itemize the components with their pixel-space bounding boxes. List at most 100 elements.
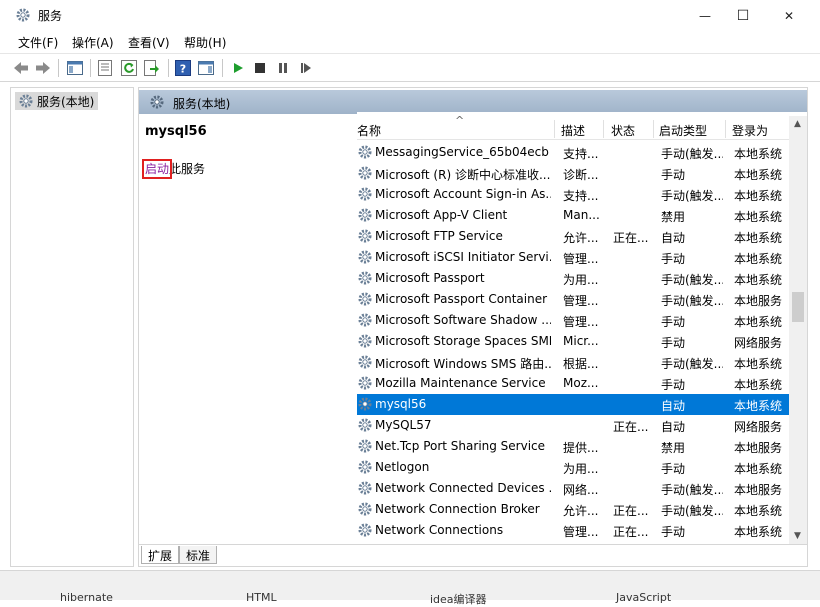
service-logon-as: 本地系统 [734, 315, 783, 329]
table-row[interactable]: Microsoft Passport Container 管理... 手动(触发..… [357, 289, 789, 310]
start-service-link[interactable]: 启动 [141, 159, 173, 179]
service-gear-icon [357, 228, 373, 247]
service-logon-as: 本地系统 [734, 399, 783, 413]
services-list: ^ 名称 描述 状态 启动类型 登录为 MessagingService_65b… [357, 112, 807, 544]
column-divider[interactable] [554, 120, 555, 138]
scroll-down-icon[interactable]: ▼ [794, 531, 801, 541]
column-header-name[interactable]: 名称 [357, 122, 381, 139]
back-icon[interactable] [12, 59, 30, 77]
service-startup-type: 自动 [661, 231, 686, 245]
tab-standard[interactable]: 标准 [179, 546, 218, 564]
close-button[interactable]: ✕ [766, 0, 812, 31]
table-row[interactable]: MessagingService_65b04ecb 支持... 手动(触发... 本地… [357, 142, 789, 163]
table-row[interactable]: Network Connections 管理... 正在... 手动 本地系统 [357, 520, 789, 541]
service-startup-type: 手动(触发... [661, 483, 723, 497]
show-hide-console-tree-icon[interactable] [66, 59, 84, 77]
refresh-icon[interactable] [120, 59, 138, 77]
table-row[interactable]: MySQL57 正在... 自动 网络服务 [357, 415, 789, 436]
service-startup-type: 手动(触发... [661, 273, 723, 287]
service-description: Micr... [563, 334, 599, 348]
menu-file[interactable]: 文件(F) [18, 34, 58, 51]
service-name: Microsoft FTP Service [375, 229, 503, 243]
table-row[interactable]: mysql56 自动 本地系统 [357, 394, 789, 415]
restart-service-icon[interactable] [297, 59, 315, 77]
service-gear-icon [357, 144, 373, 163]
table-row[interactable]: Microsoft FTP Service 允许... 正在... 自动 本地系统 [357, 226, 789, 247]
column-header-description[interactable]: 描述 [561, 122, 585, 139]
table-row[interactable]: Microsoft App-V Client Man... 禁用 本地系统 [357, 205, 789, 226]
service-logon-as: 本地服务 [734, 441, 783, 455]
tab-extended[interactable]: 扩展 [141, 546, 180, 564]
services-panel: 服务(本地) mysql56 启动此服务 ^ 名称 描述 状态 启动类型 登录为… [138, 87, 808, 567]
menu-help[interactable]: 帮助(H) [184, 34, 226, 51]
show-hide-action-pane-icon[interactable] [197, 59, 215, 77]
table-row[interactable]: Microsoft iSCSI Initiator Servi... 管理... 手… [357, 247, 789, 268]
service-startup-type: 禁用 [661, 441, 686, 455]
table-row[interactable]: Netlogon 为用... 手动 本地系统 [357, 457, 789, 478]
table-row[interactable]: Network Connection Broker 允许... 正在... 手动(触发… [357, 499, 789, 520]
forward-icon[interactable] [34, 59, 52, 77]
scroll-up-icon[interactable]: ▲ [794, 119, 801, 129]
service-startup-type: 手动 [661, 336, 686, 350]
panel-header-title: 服务(本地) [173, 97, 231, 111]
column-header-startup-type[interactable]: 启动类型 [659, 122, 707, 139]
service-startup-type: 自动 [661, 420, 686, 434]
table-row[interactable]: Microsoft Storage Spaces SMP Micr... 手动 网络服… [357, 331, 789, 352]
service-name: MySQL57 [375, 418, 432, 432]
service-logon-as: 本地系统 [734, 210, 783, 224]
service-logon-as: 本地系统 [734, 252, 783, 266]
service-startup-type: 手动 [661, 315, 686, 329]
service-name: Microsoft Software Shadow ... [375, 313, 551, 327]
service-status: 正在... [613, 525, 649, 539]
service-name: Mozilla Maintenance Service [375, 376, 546, 390]
service-name: Microsoft iSCSI Initiator Servi... [375, 250, 551, 264]
services-gear-icon [149, 94, 165, 113]
scrollbar-thumb[interactable] [792, 292, 804, 322]
help-icon[interactable]: ? [174, 59, 192, 77]
tree-item-services-local[interactable]: 服务(本地) [15, 92, 99, 110]
service-name: Microsoft Windows SMS 路由... [375, 357, 551, 371]
toolbar-separator [222, 59, 223, 77]
sort-indicator-icon: ^ [455, 114, 465, 127]
service-description: 网络... [563, 483, 599, 497]
table-row[interactable]: Microsoft Passport 为用... 手动(触发... 本地系统 [357, 268, 789, 289]
table-row[interactable]: Microsoft (R) 诊断中心标准收... 诊断... 手动 本地系统 [357, 163, 789, 184]
panel-header: 服务(本地) [139, 90, 807, 114]
column-divider[interactable] [603, 120, 604, 138]
service-name: Network Connection Broker [375, 502, 540, 516]
table-row[interactable]: Microsoft Account Sign-in As... 支持... 手动(触… [357, 184, 789, 205]
service-logon-as: 本地系统 [734, 147, 783, 161]
service-gear-icon [357, 417, 373, 436]
properties-icon[interactable] [96, 59, 114, 77]
column-header-status[interactable]: 状态 [611, 122, 635, 139]
service-description: 根据... [563, 357, 599, 371]
pause-service-icon[interactable] [274, 59, 292, 77]
service-startup-type: 手动 [661, 252, 686, 266]
table-row[interactable]: Net.Tcp Port Sharing Service 提供... 禁用 本地服务 [357, 436, 789, 457]
service-description: Man... [563, 208, 600, 222]
menu-action[interactable]: 操作(A) [72, 34, 114, 51]
maximize-button[interactable]: ☐ [720, 0, 766, 31]
column-divider[interactable] [653, 120, 654, 138]
service-name: Microsoft Account Sign-in As... [375, 187, 551, 201]
export-list-icon[interactable] [143, 59, 161, 77]
service-startup-type: 手动(触发... [661, 294, 723, 308]
table-row[interactable]: Mozilla Maintenance Service Moz... 手动 本地系统 [357, 373, 789, 394]
start-service-icon[interactable] [229, 59, 247, 77]
title-bar: 服务 — ☐ ✕ [0, 0, 820, 31]
table-row[interactable]: Microsoft Windows SMS 路由... 根据... 手动(触发...… [357, 352, 789, 373]
service-name: Netlogon [375, 460, 430, 474]
service-gear-icon [357, 501, 373, 520]
table-row[interactable]: Network Connected Devices ... 网络... 手动(触发.… [357, 478, 789, 499]
menu-view[interactable]: 查看(V) [128, 34, 170, 51]
status-bar: hibernate HTML idea编译器 JavaScript [0, 570, 820, 606]
service-name: Microsoft Passport Container [375, 292, 548, 306]
service-name: Microsoft (R) 诊断中心标准收... [375, 168, 551, 182]
stop-service-icon[interactable] [251, 59, 269, 77]
vertical-scrollbar[interactable]: ▲ ▼ [789, 116, 807, 544]
table-row[interactable]: Microsoft Software Shadow ... 管理... 手动 本地系统 [357, 310, 789, 331]
column-divider[interactable] [725, 120, 726, 138]
column-header-logon-as[interactable]: 登录为 [732, 122, 768, 139]
service-startup-type: 手动 [661, 462, 686, 476]
service-gear-icon [357, 249, 373, 268]
